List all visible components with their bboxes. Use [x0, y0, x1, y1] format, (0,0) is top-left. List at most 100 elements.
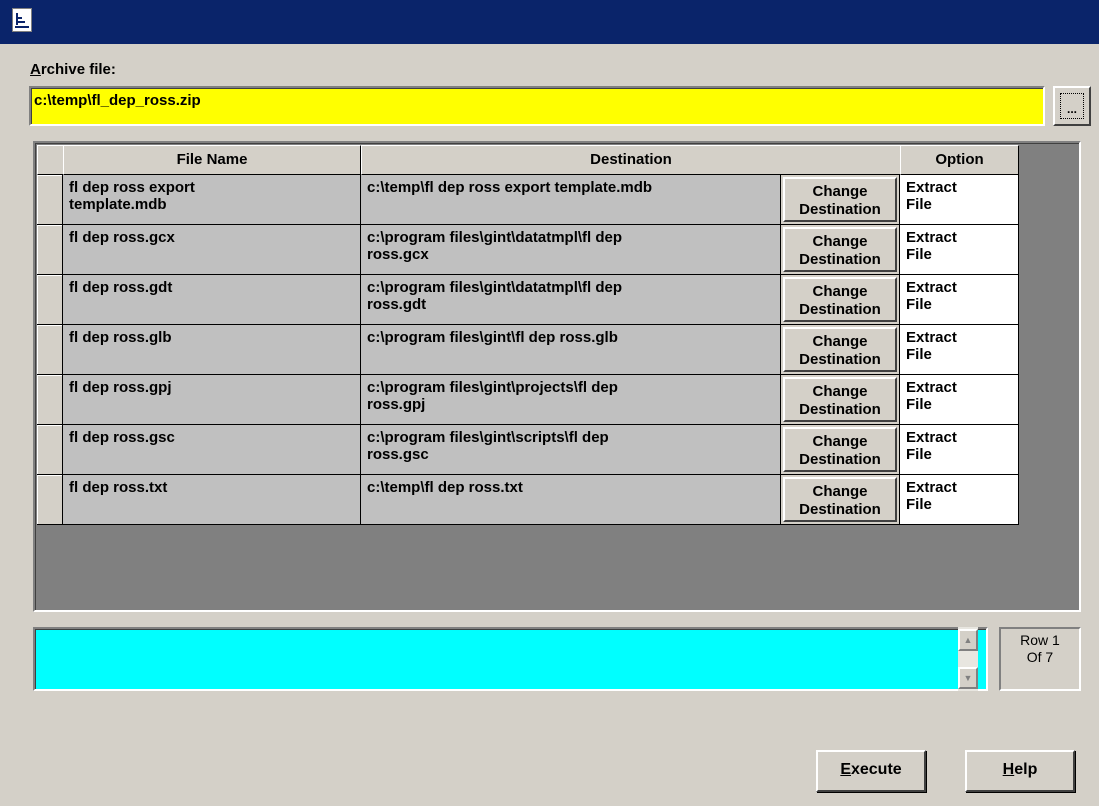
- change-destination-button[interactable]: Change Destination: [783, 227, 897, 272]
- status-text-box[interactable]: [33, 627, 988, 691]
- change-destination-button[interactable]: Change Destination: [783, 427, 897, 472]
- file-name-cell[interactable]: fl dep ross.gcx: [63, 225, 361, 275]
- destination-cell[interactable]: c:\program files\gint\datatmpl\fl dep ros…: [361, 275, 781, 325]
- row-selector[interactable]: [37, 425, 63, 475]
- destination-cell[interactable]: c:\temp\fl dep ross export template.mdb: [361, 175, 781, 225]
- file-name-line: template.mdb: [69, 196, 167, 213]
- button-label-line: Change: [812, 283, 868, 300]
- title-bar[interactable]: [0, 0, 1099, 44]
- file-name-cell[interactable]: fl dep ross export template.mdb: [63, 175, 361, 225]
- button-label-line: Destination: [799, 301, 881, 318]
- browse-button-label: ...: [1060, 93, 1084, 119]
- option-line: Extract: [906, 279, 957, 296]
- option-line: File: [906, 496, 932, 513]
- change-destination-button[interactable]: Change Destination: [783, 177, 897, 222]
- file-name-cell[interactable]: fl dep ross.gdt: [63, 275, 361, 325]
- file-name-cell[interactable]: fl dep ross.gsc: [63, 425, 361, 475]
- change-destination-button[interactable]: Change Destination: [783, 477, 897, 522]
- file-name-line: fl dep ross.gpj: [69, 379, 172, 396]
- button-label-line: Destination: [799, 201, 881, 218]
- destination-cell[interactable]: c:\program files\gint\projects\fl dep ros…: [361, 375, 781, 425]
- destination-line: c:\temp\fl dep ross.txt: [367, 479, 523, 496]
- button-label-line: Destination: [799, 251, 881, 268]
- row-selector[interactable]: [37, 475, 63, 525]
- change-destination-cell: Change Destination: [781, 175, 900, 225]
- option-line: File: [906, 246, 932, 263]
- file-name-line: fl dep ross.gdt: [69, 279, 173, 296]
- file-name-line: fl dep ross.gcx: [69, 229, 175, 246]
- row-selector-header: [37, 145, 64, 175]
- destination-line: c:\program files\gint\scripts\fl dep: [367, 429, 609, 446]
- change-destination-button[interactable]: Change Destination: [783, 377, 897, 422]
- execute-button[interactable]: Execute: [816, 750, 926, 792]
- button-label-line: Change: [812, 433, 868, 450]
- button-label-line: Destination: [799, 401, 881, 418]
- column-header-file-name[interactable]: File Name: [63, 145, 361, 175]
- change-destination-cell: Change Destination: [781, 325, 900, 375]
- destination-cell[interactable]: c:\program files\gint\datatmpl\fl dep ros…: [361, 225, 781, 275]
- status-scrollbar[interactable]: ▲ ▼: [958, 627, 978, 691]
- row-selector[interactable]: [37, 225, 63, 275]
- option-cell[interactable]: Extract File: [900, 325, 1019, 375]
- destination-cell[interactable]: c:\program files\gint\scripts\fl dep ross…: [361, 425, 781, 475]
- destination-line: ross.gpj: [367, 396, 426, 413]
- option-line: File: [906, 196, 932, 213]
- button-label-line: Destination: [799, 501, 881, 518]
- option-cell[interactable]: Extract File: [900, 175, 1019, 225]
- destination-line: ross.gcx: [367, 246, 429, 263]
- option-cell[interactable]: Extract File: [900, 475, 1019, 525]
- destination-line: c:\program files\gint\datatmpl\fl dep: [367, 279, 623, 296]
- help-button[interactable]: Help: [965, 750, 1075, 792]
- file-name-cell[interactable]: fl dep ross.txt: [63, 475, 361, 525]
- files-grid[interactable]: File Name Destination Option fl dep ross…: [33, 141, 1081, 612]
- change-destination-cell: Change Destination: [781, 425, 900, 475]
- button-label-line: Destination: [799, 351, 881, 368]
- destination-line: c:\program files\gint\projects\fl dep: [367, 379, 618, 396]
- change-destination-button[interactable]: Change Destination: [783, 277, 897, 322]
- destination-line: c:\program files\gint\fl dep ross.glb: [367, 329, 618, 346]
- row-counter-line1: Row 1: [1020, 632, 1060, 648]
- app-window-icon[interactable]: [12, 8, 32, 32]
- destination-cell[interactable]: c:\temp\fl dep ross.txt: [361, 475, 781, 525]
- column-header-option[interactable]: Option: [900, 145, 1019, 175]
- file-name-cell[interactable]: fl dep ross.glb: [63, 325, 361, 375]
- archive-file-input[interactable]: c:\temp\fl_dep_ross.zip: [29, 86, 1045, 126]
- arrow-down-icon[interactable]: ▼: [958, 667, 978, 689]
- option-line: File: [906, 346, 932, 363]
- change-destination-cell: Change Destination: [781, 375, 900, 425]
- arrow-up-icon[interactable]: ▲: [958, 629, 978, 651]
- row-selector[interactable]: [37, 325, 63, 375]
- row-counter-line2: Of 7: [1026, 649, 1054, 665]
- option-cell[interactable]: Extract File: [900, 375, 1019, 425]
- table-row[interactable]: fl dep ross export template.mdb c:\temp\fl…: [37, 175, 1019, 225]
- option-cell[interactable]: Extract File: [900, 425, 1019, 475]
- option-line: Extract: [906, 229, 957, 246]
- change-destination-cell: Change Destination: [781, 225, 900, 275]
- row-selector[interactable]: [37, 375, 63, 425]
- option-cell[interactable]: Extract File: [900, 275, 1019, 325]
- destination-cell[interactable]: c:\program files\gint\fl dep ross.glb: [361, 325, 781, 375]
- table-row[interactable]: fl dep ross.gsc c:\program files\gint\scr…: [37, 425, 1019, 475]
- row-selector[interactable]: [37, 175, 63, 225]
- file-name-line: fl dep ross.gsc: [69, 429, 175, 446]
- table-row[interactable]: fl dep ross.txt c:\temp\fl dep ross.txt Ch…: [37, 475, 1019, 525]
- button-label-line: Change: [812, 183, 868, 200]
- column-header-destination[interactable]: Destination: [361, 145, 901, 175]
- table-row[interactable]: fl dep ross.gpj c:\program files\gint\pro…: [37, 375, 1019, 425]
- row-selector[interactable]: [37, 275, 63, 325]
- option-line: File: [906, 296, 932, 313]
- option-cell[interactable]: Extract File: [900, 225, 1019, 275]
- table-row[interactable]: fl dep ross.gdt c:\program files\gint\dat…: [37, 275, 1019, 325]
- change-destination-button[interactable]: Change Destination: [783, 327, 897, 372]
- button-label-line: Destination: [799, 451, 881, 468]
- option-line: Extract: [906, 379, 957, 396]
- file-name-cell[interactable]: fl dep ross.gpj: [63, 375, 361, 425]
- table-row[interactable]: fl dep ross.glb c:\program files\gint\fl …: [37, 325, 1019, 375]
- option-line: Extract: [906, 179, 957, 196]
- table-row[interactable]: fl dep ross.gcx c:\program files\gint\dat…: [37, 225, 1019, 275]
- change-destination-cell: Change Destination: [781, 475, 900, 525]
- option-line: File: [906, 396, 932, 413]
- browse-button[interactable]: ...: [1053, 86, 1091, 126]
- button-label-line: Change: [812, 483, 868, 500]
- change-destination-cell: Change Destination: [781, 275, 900, 325]
